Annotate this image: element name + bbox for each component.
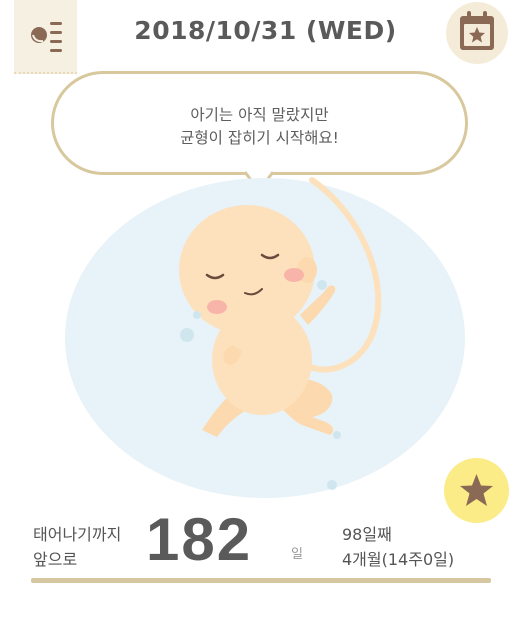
days-until-label-line2: 앞으로 [33,550,78,569]
bubble-message-line1: 아기는 아직 말랐지만 [190,106,329,124]
day-number: 98일째 [342,525,392,544]
baby-illustration [65,177,465,498]
days-left-value: 182 [146,506,253,573]
days-until-label: 태어나기까지 앞으로 [33,522,121,572]
star-icon [460,474,493,506]
calendar-button[interactable] [446,2,508,64]
favorite-button[interactable] [444,458,509,523]
progress-divider [31,578,491,583]
days-left-unit: 일 [291,547,303,562]
bubble-message-line2: 균형이 잡히기 시작해요! [180,129,339,147]
months-weeks: 4개월(14주0일) [342,550,455,569]
calendar-star-icon [460,11,494,50]
bubble-message: 아기는 아직 말랐지만 균형이 잡히기 시작해요! [51,104,468,150]
days-until-label-line1: 태어나기까지 [33,525,122,544]
pregnancy-progress-info: 98일째 4개월(14주0일) [342,522,454,572]
